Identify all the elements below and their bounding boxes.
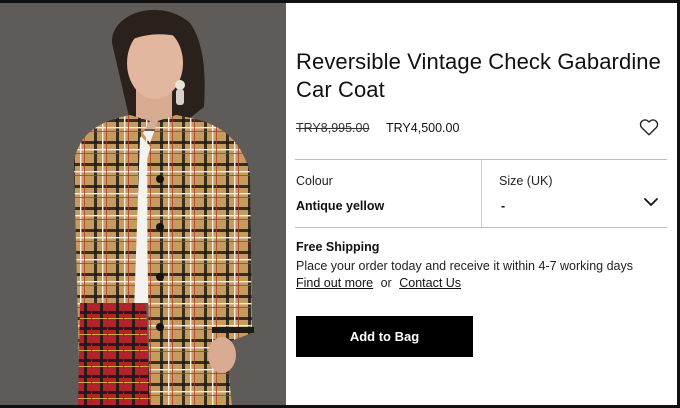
options-bottom-divider xyxy=(295,227,667,228)
original-price: TRY8,995.00 xyxy=(296,121,370,135)
colour-option: Colour Antique yellow xyxy=(295,160,481,227)
links-connector: or xyxy=(380,276,392,290)
contact-us-link[interactable]: Contact Us xyxy=(399,276,461,290)
heart-outline-icon xyxy=(639,119,659,136)
chevron-down-icon xyxy=(644,198,658,206)
product-image xyxy=(0,3,286,405)
size-value: - xyxy=(501,199,506,213)
colour-label: Colour xyxy=(296,174,333,188)
shipping-text: Place your order today and receive it wi… xyxy=(296,259,633,273)
shipping-links: Find out more or Contact Us xyxy=(296,276,461,290)
product-title-line-1: Reversible Vintage Check Gabardine xyxy=(296,49,661,74)
product-page: Reversible Vintage Check Gabardine Car C… xyxy=(0,0,680,408)
product-photo-illustration xyxy=(0,3,286,405)
product-title: Reversible Vintage Check Gabardine Car C… xyxy=(296,48,676,104)
shipping-title: Free Shipping xyxy=(296,240,380,254)
add-to-bag-button[interactable]: Add to Bag xyxy=(296,316,473,357)
sale-price: TRY4,500.00 xyxy=(386,121,460,135)
size-label: Size (UK) xyxy=(499,174,553,188)
wishlist-button[interactable] xyxy=(638,116,660,138)
product-title-line-2: Car Coat xyxy=(296,77,385,102)
find-out-more-link[interactable]: Find out more xyxy=(296,276,373,290)
colour-value: Antique yellow xyxy=(296,199,385,213)
size-select[interactable]: Size (UK) - xyxy=(482,160,667,227)
